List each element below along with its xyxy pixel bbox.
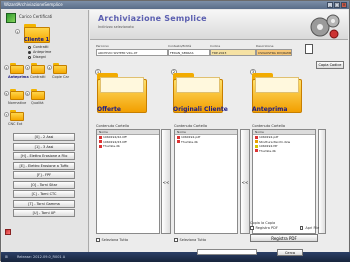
list-title: Contenuto Cartella (174, 124, 208, 128)
machine-button-fpf[interactable]: [F] - FPF (13, 171, 75, 179)
open-file-checkbox[interactable]: Apri File (299, 226, 319, 230)
mini-folder-label: Normative (8, 101, 27, 105)
page-title: Archiviazione Semplice (98, 14, 207, 23)
folder-label: Originali Cliente (173, 106, 228, 113)
info-value: TRP-2023 (210, 49, 256, 56)
options-panel: Copia la Copia Registra PDF Apri File (250, 221, 342, 230)
header: Archiviazione Semplice Indirizzo selezio… (90, 10, 348, 40)
transfer-button[interactable]: << (161, 129, 171, 234)
radio-option-disegni[interactable]: Disegni (28, 55, 46, 59)
mini-folder-label: Qualità (31, 101, 44, 105)
radio-option-contratti[interactable]: Contratti (28, 45, 48, 49)
machine-button-2assi[interactable]: [0] - 2 Assi (13, 133, 75, 141)
client-number-badge: 1 (15, 29, 20, 34)
folder-label: Anteprima (252, 106, 288, 113)
folder-number-badge: 5 (4, 91, 9, 96)
machine-button-erosione-filo[interactable]: [H] - Elettro Erosione a Filo (13, 152, 75, 160)
machine-button-torni-up[interactable]: [U] - Torni UP (13, 209, 75, 217)
search-button[interactable]: Cerca (277, 249, 303, 256)
pdf-icon (177, 140, 180, 144)
pdf-icon (99, 140, 102, 144)
radio-option-anteprime[interactable]: Anteprime (28, 50, 51, 54)
file-icon (255, 144, 258, 148)
radio-icon[interactable] (28, 50, 31, 54)
pdf-icon (99, 135, 102, 139)
select-all-originali[interactable]: Seleziona Tutto (174, 238, 206, 242)
folder-number-badge: 3 (25, 65, 30, 70)
search-input[interactable] (197, 249, 257, 255)
pdf-icon (255, 135, 258, 139)
folder-label: Offerte (97, 106, 121, 113)
file-list-anteprima[interactable]: Nome 1060192.pdf Struttura Pacchi.dxw 10… (252, 129, 316, 234)
radio-icon[interactable] (28, 55, 31, 59)
options-title: Copia la Copia (250, 221, 276, 225)
maximize-icon[interactable]: □ (334, 2, 340, 8)
checkbox-icon[interactable] (250, 226, 254, 230)
radio-icon[interactable] (28, 45, 31, 49)
machine-button-list: [0] - 2 Assi [1] - 3 Assi [H] - Elettro … (13, 133, 75, 219)
window-title: WizardArchiviazioneSemplice (4, 2, 63, 7)
transfer-button[interactable]: << (240, 129, 250, 234)
gears-icon (310, 14, 340, 39)
pdf-icon (177, 135, 180, 139)
checkbox-icon[interactable] (96, 238, 100, 242)
checkbox-icon[interactable] (174, 238, 178, 242)
list-title: Contenuto Cartella (252, 124, 286, 128)
page-subtitle: Indirizzo selezionato (98, 25, 134, 29)
machine-button-torni-ctc[interactable]: [C] - Torni CTC (13, 190, 75, 198)
info-value: ARCHIVIO SISTEMI V2G-0T (96, 49, 168, 56)
info-value: FEDAN_SERRAS (168, 49, 210, 56)
contratti-folder-icon[interactable] (31, 63, 45, 74)
cnc-folder-icon[interactable] (10, 110, 24, 121)
copie-folder-icon[interactable] (53, 63, 67, 74)
folder-number-badge: 7 (4, 112, 9, 117)
anteprima-folder-icon[interactable] (10, 63, 24, 74)
file-list-offerte[interactable]: Nome 1060192/22.Off 1060192/23.Off Thumb… (96, 129, 160, 234)
list-item[interactable]: Thumbs.db (97, 144, 159, 149)
minimize-icon[interactable]: _ (327, 2, 333, 8)
select-all-offerte[interactable]: Seleziona Tutto (96, 238, 128, 242)
close-icon[interactable]: × (341, 2, 347, 8)
mini-folder-label: CNC Ext (8, 122, 23, 126)
folder-number-badge: 2 (4, 65, 9, 70)
info-bar: Percorso Contesto/Entità Codice Descrizi… (96, 44, 292, 58)
title-bar: WizardArchiviazioneSemplice _ □ × (1, 1, 349, 9)
checkbox-icon[interactable] (299, 226, 304, 230)
file-list-originali[interactable]: Nome 1060192.pdf Thumbs.db (174, 129, 238, 234)
mini-folder-label: Copie Car (52, 75, 70, 79)
app-logo (6, 13, 16, 23)
list-item[interactable]: Thumbs.db (253, 149, 315, 154)
client-folder-label: Cliente 1 (24, 37, 50, 43)
info-value: CSVAUSTRA DIV/RAMILE (256, 49, 292, 56)
machine-button-torni-gamma[interactable]: [T] - Torni Gamma (13, 199, 75, 208)
mini-folder-label: Contratti (30, 75, 46, 79)
machine-button-torni-sitar[interactable]: [O] - Torni Sitar (13, 180, 75, 189)
settings-icon[interactable] (5, 229, 11, 235)
machine-button-erosione-tuffo[interactable]: [E] - Elettro Erosione a Tuffo (13, 161, 75, 170)
windows-start-icon[interactable]: ⊞ (5, 255, 8, 259)
main-panel: Archiviazione Semplice Indirizzo selezio… (90, 10, 348, 255)
pdf-icon (99, 144, 102, 148)
mini-folder-label: Anteprima (8, 75, 29, 79)
document-icon[interactable] (305, 44, 313, 54)
list-title: Contenuto Cartella (96, 124, 130, 128)
list-item[interactable]: Thumbs.db (175, 140, 237, 145)
file-icon (255, 149, 258, 153)
folder-number-badge: 4 (47, 65, 52, 70)
file-icon (255, 140, 258, 144)
folder-number-badge: 6 (25, 91, 30, 96)
status-left-text: Release: 2012.09.0_R001 A (17, 255, 66, 259)
normative-folder-icon[interactable] (10, 89, 24, 100)
machine-button-3assi[interactable]: [1] - 3 Assi (13, 142, 75, 151)
register-pdf-button[interactable]: Registra PDF (250, 234, 318, 242)
qualita-folder-icon[interactable] (31, 89, 45, 100)
sidebar-header-label: Carico Certificati (19, 14, 53, 19)
app-window: WizardArchiviazioneSemplice _ □ × Carico… (0, 0, 350, 262)
copy-code-button[interactable]: Copia Codice (316, 61, 344, 69)
scrollbar[interactable] (318, 129, 326, 234)
register-pdf-checkbox[interactable]: Registra PDF (250, 226, 278, 230)
left-panel: Carico Certificati 1 Cliente 1 Contratti… (2, 10, 89, 255)
